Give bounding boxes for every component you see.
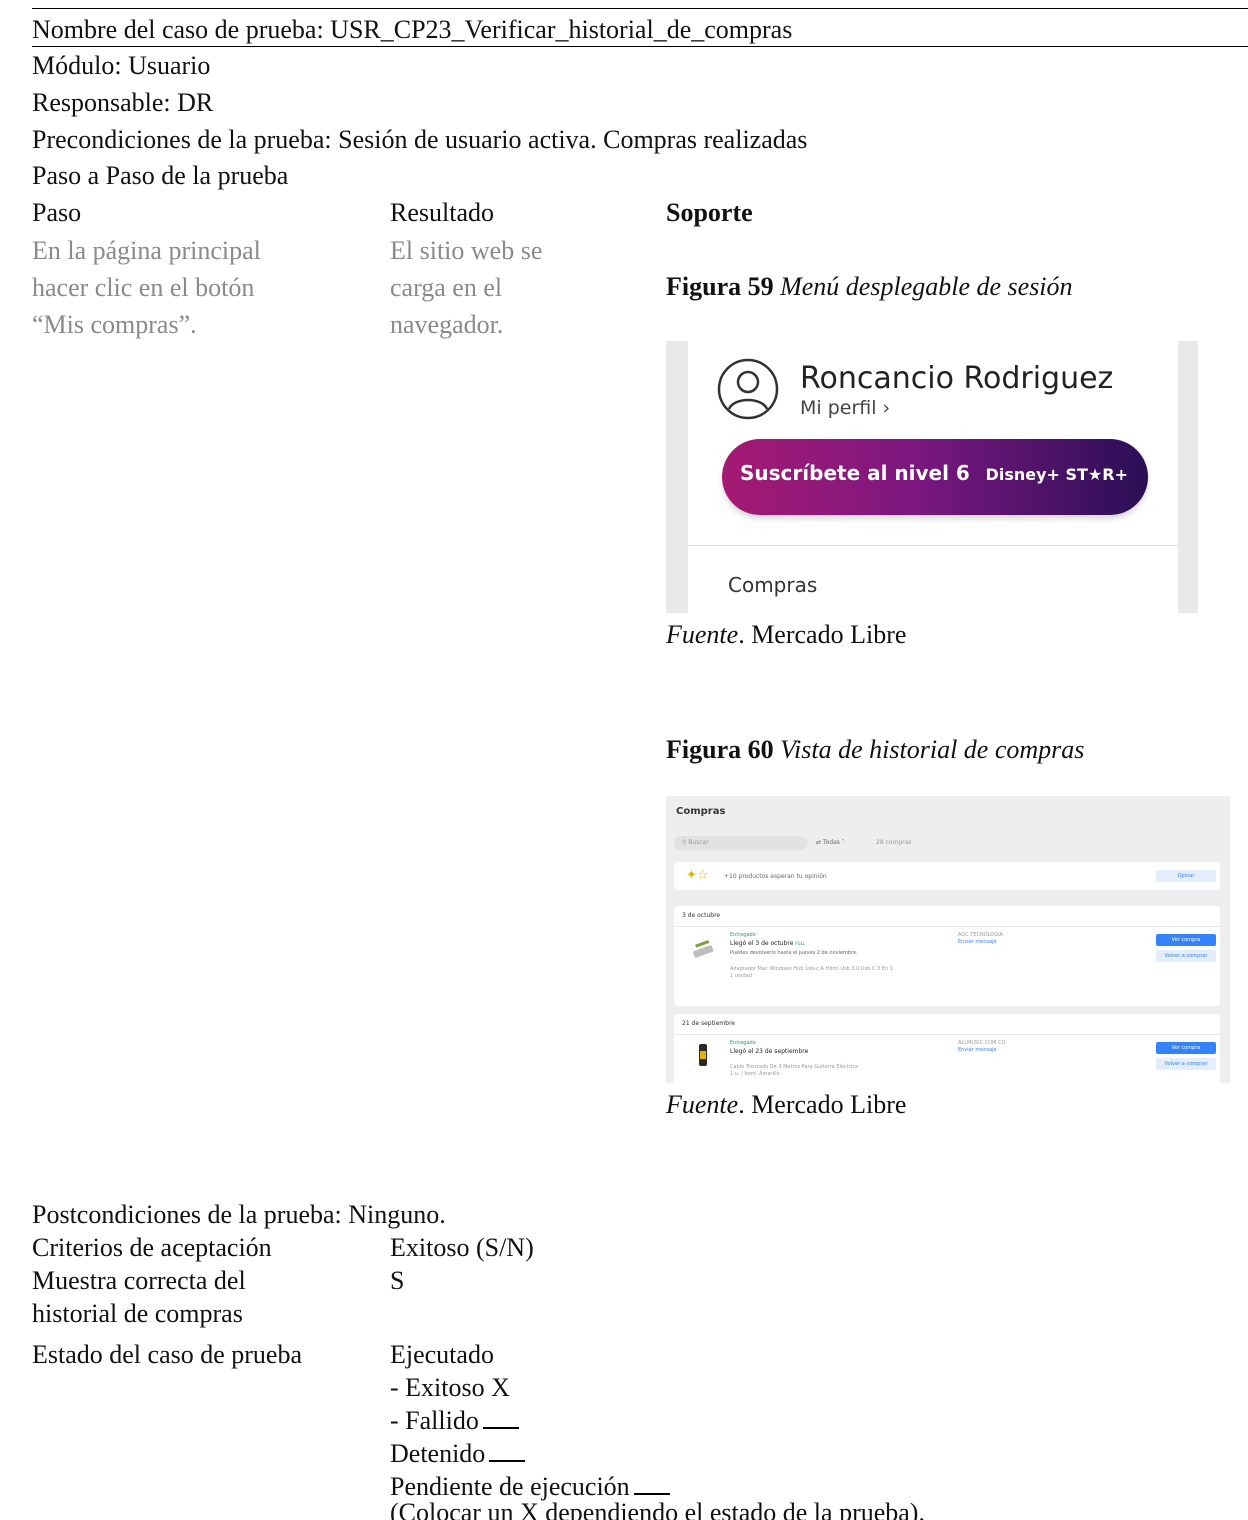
- menu-item-compras[interactable]: Compras: [728, 573, 817, 597]
- subscribe-banner[interactable]: Suscríbete al nivel 6 Disney+ ST★R+: [722, 439, 1148, 515]
- case-name: Nombre del caso de prueba: USR_CP23_Veri…: [32, 15, 793, 44]
- state-executed-failed: - Fallido: [390, 1405, 519, 1437]
- failed-blank: [482, 1407, 519, 1429]
- send-message-link[interactable]: Enviar mensaje: [958, 1047, 997, 1053]
- result-line-2: carga en el: [390, 273, 503, 302]
- figure59-number: Figura 59: [666, 272, 774, 301]
- result-line-1: El sitio web se: [390, 236, 543, 265]
- state-note: (Colocar un X dependiendo el estado de l…: [390, 1498, 925, 1520]
- star-icon: ✦☆: [686, 868, 709, 883]
- state-label: Estado del caso de prueba: [32, 1340, 303, 1369]
- view-purchase-button[interactable]: Ver compra: [1156, 934, 1216, 946]
- purchase-group-2: 21 de septiembre Entregado Llegó el 23 d…: [674, 1014, 1220, 1083]
- view-purchase-button[interactable]: Ver compra: [1156, 1042, 1216, 1054]
- stopped-blank: [489, 1440, 526, 1462]
- opinion-card: ✦☆ +10 productos esperan tu opinión Opin…: [674, 862, 1220, 890]
- col-result-header: Resultado: [390, 198, 494, 227]
- user-name: Roncancio Rodriguez: [800, 361, 1114, 396]
- criterion-value: S: [390, 1266, 405, 1295]
- purchases-filter-label: Todas: [822, 839, 840, 846]
- buy-again-button[interactable]: Volver a comprar: [1156, 1058, 1216, 1070]
- buy-again-button[interactable]: Volver a comprar: [1156, 950, 1216, 962]
- product-title: Cable Trenzado De 3 Metros Para Guitarra…: [730, 1064, 858, 1070]
- result-line-3: navegador.: [390, 310, 504, 339]
- postconditions: Postcondiciones de la prueba: Ninguno.: [32, 1200, 446, 1229]
- top-rule: [32, 8, 1248, 9]
- seller-name: ALLMUSIC.COM.CO: [958, 1040, 1006, 1046]
- arrived-text: Llegó el 23 de septiembre: [730, 1048, 809, 1055]
- purchases-count: 28 compras: [876, 839, 912, 846]
- group-date: 21 de septiembre: [682, 1020, 735, 1027]
- group-divider: [674, 926, 1220, 927]
- return-note: Puedes devolverlo hasta el jueves 2 de n…: [730, 950, 858, 956]
- criteria-label: Criterios de aceptación: [32, 1233, 272, 1262]
- send-message-link[interactable]: Enviar mensaje: [958, 939, 997, 945]
- responsible: Responsable: DR: [32, 88, 214, 117]
- step-line-1: En la página principal: [32, 236, 261, 265]
- figure60-image: Compras ⚲ Buscar ⇄ Todas ˅ 28 compras ✦☆…: [666, 796, 1230, 1083]
- user-avatar-icon: [717, 358, 779, 420]
- figure59-image: Roncancio Rodriguez Mi perfil › Suscríbe…: [666, 341, 1198, 613]
- group-divider: [674, 1034, 1220, 1035]
- purchases-filter[interactable]: ⇄ Todas ˅: [816, 839, 845, 846]
- purchases-search-placeholder: Buscar: [688, 839, 709, 846]
- profile-link[interactable]: Mi perfil ›: [800, 397, 890, 419]
- subscribe-label: Suscríbete al nivel 6: [740, 461, 970, 485]
- step-line-2: hacer clic en el botón: [32, 273, 255, 302]
- product-title: Adaptador Mac Windows Hub Usb-c A Hdmi U…: [730, 966, 893, 972]
- steps-title: Paso a Paso de la prueba: [32, 161, 289, 190]
- col-step-header: Paso: [32, 198, 82, 227]
- figure60-source-label: Fuente: [666, 1090, 739, 1119]
- status: Entregado: [730, 1040, 756, 1046]
- module: Módulo: Usuario: [32, 51, 211, 80]
- figure59-source-text: . Mercado Libre: [738, 620, 907, 649]
- opinion-text: +10 productos esperan tu opinión: [724, 873, 827, 880]
- product-qty: 1 u. | Item: Amarillo: [730, 1071, 780, 1077]
- state-executed: Ejecutado: [390, 1340, 494, 1369]
- figure59-caption: Figura 59 Menú desplegable de sesión: [666, 271, 1073, 303]
- disney-star-logo: Disney+ ST★R+: [985, 465, 1128, 484]
- figure60-title: Vista de historial de compras: [780, 735, 1085, 764]
- purchase-group-1: 3 de octubre Entregado Llegó el 3 de oct…: [674, 906, 1220, 1006]
- criterion-line-2: historial de compras: [32, 1299, 243, 1328]
- figure60-source: Fuente. Mercado Libre: [666, 1089, 906, 1121]
- state-executed-success: - Exitoso X: [390, 1373, 510, 1402]
- col-support-header: Soporte: [666, 198, 753, 227]
- cable-product-thumbnail: [699, 1044, 707, 1066]
- purchases-search[interactable]: ⚲ Buscar: [674, 836, 808, 850]
- figure59-source: Fuente. Mercado Libre: [666, 619, 906, 651]
- pending-blank: [633, 1473, 670, 1495]
- seller-name: AGC TECNOLOGIA: [958, 932, 1003, 938]
- menu-divider: [688, 545, 1178, 546]
- state-stopped: Detenido: [390, 1438, 526, 1470]
- product-qty: 1 unidad: [730, 973, 752, 979]
- hub-product-thumbnail: [693, 940, 714, 958]
- group-date: 3 de octubre: [682, 912, 721, 919]
- figure60-caption: Figura 60 Vista de historial de compras: [666, 734, 1084, 766]
- step-line-3: “Mis compras”.: [32, 310, 197, 339]
- figure60-source-text: . Mercado Libre: [738, 1090, 907, 1119]
- figure59-title: Menú desplegable de sesión: [780, 272, 1073, 301]
- purchases-title: Compras: [676, 806, 726, 817]
- status: Entregado: [730, 932, 756, 938]
- criterion-line-1: Muestra correcta del: [32, 1266, 246, 1295]
- figure59-source-label: Fuente: [666, 620, 739, 649]
- preconditions: Precondiciones de la prueba: Sesión de u…: [32, 125, 808, 154]
- figure60-number: Figura 60: [666, 735, 774, 764]
- opinion-button[interactable]: Opinar: [1156, 870, 1216, 882]
- header-rule: [32, 46, 1248, 47]
- arrived-text: Llegó el 3 de octubre FULL: [730, 940, 806, 947]
- success-label: Exitoso (S/N): [390, 1233, 534, 1262]
